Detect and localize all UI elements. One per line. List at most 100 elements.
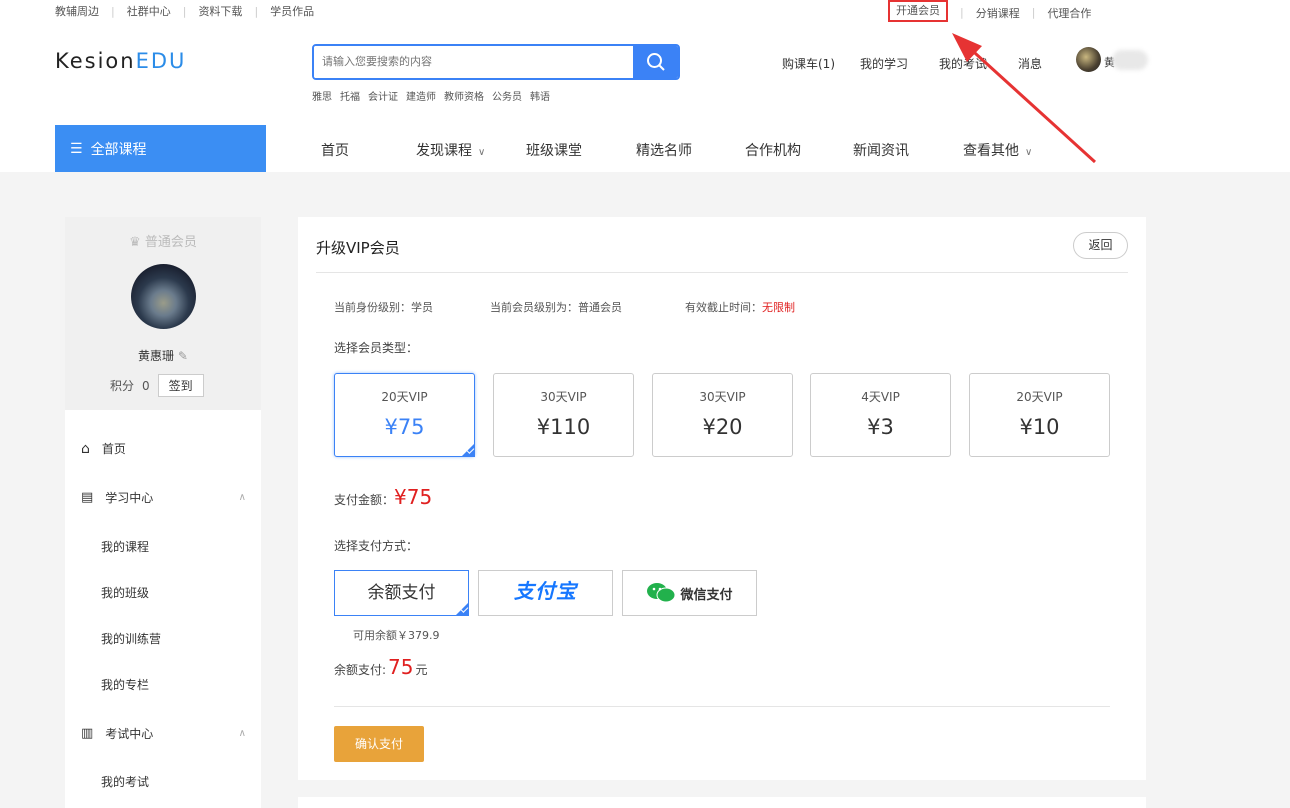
expiry-value: 无限制: [762, 301, 795, 314]
pay-amount: ¥75: [394, 485, 433, 509]
identity-level: 当前身份级别：学员: [334, 301, 433, 314]
logo-accent: EDU: [135, 49, 187, 73]
vip-option-price: ¥20: [702, 415, 743, 439]
chevron-up-icon: ∧: [238, 728, 246, 739]
blurred-username: [1112, 50, 1148, 70]
divider: |: [254, 4, 259, 18]
member-badge-label: 普通会员: [144, 235, 197, 250]
hot-word[interactable]: 韩语: [530, 88, 550, 103]
top-link-student-works[interactable]: 学员作品: [270, 3, 314, 19]
sidebar-item-label: 考试中心: [105, 727, 154, 741]
menu-icon: ☰: [70, 140, 83, 157]
edit-icon[interactable]: ✎: [178, 349, 188, 363]
nav-discover-courses[interactable]: 发现课程 ∨: [416, 140, 485, 160]
member-level: 当前会员级别为：普通会员: [490, 301, 622, 314]
expiry: 有效截止时间：无限制: [685, 299, 795, 315]
balance-pay-label: 余额支付:: [334, 663, 387, 677]
profile-username: 黄惠珊: [138, 349, 175, 363]
top-link-agency[interactable]: 代理合作: [1047, 5, 1091, 21]
chevron-up-icon: ∧: [238, 492, 246, 503]
sidebar-item-label: 学习中心: [105, 491, 154, 505]
book-icon: ▤: [81, 490, 94, 505]
sidebar: ♛ 普通会员 黄惠珊 ✎ 积分 0 签到 ⌂ 首页 ▤ 学习中心 ∧ 我的课程 …: [65, 217, 261, 808]
vip-option[interactable]: 20天VIP ¥75: [334, 373, 475, 457]
divider: |: [182, 4, 187, 18]
pay-balance-option[interactable]: 余额支付: [334, 570, 469, 616]
vip-option[interactable]: 30天VIP ¥20: [652, 373, 793, 457]
nav-partners[interactable]: 合作机构: [745, 140, 801, 160]
hot-word[interactable]: 托福: [340, 88, 360, 103]
sidebar-item-study-center[interactable]: ▤ 学习中心 ∧: [81, 489, 246, 506]
balance-pay-value: 75: [388, 655, 414, 679]
back-button[interactable]: 返回: [1073, 232, 1128, 259]
top-bar: 教辅周边 | 社群中心 | 资料下载 | 学员作品 开通会员 | 分销课程 | …: [0, 0, 1290, 22]
choose-type-label: 选择会员类型：: [334, 341, 419, 355]
avatar[interactable]: [131, 264, 196, 329]
crown-icon: ♛: [129, 235, 141, 250]
hot-words: 雅思 托福 会计证 建造师 教师资格 公务员 韩语: [312, 88, 550, 103]
sign-in-button[interactable]: 签到: [157, 374, 204, 397]
my-study-link[interactable]: 我的学习: [860, 55, 908, 72]
all-courses-button[interactable]: ☰ 全部课程: [55, 125, 266, 172]
vip-option[interactable]: 20天VIP ¥10: [969, 373, 1110, 457]
logo[interactable]: KesionEDU: [55, 49, 186, 73]
vip-option-price: ¥110: [536, 415, 591, 439]
page-title: 升级VIP会员: [316, 239, 400, 257]
confirm-pay-button[interactable]: 确认支付: [334, 726, 424, 762]
sidebar-item-my-exams[interactable]: 我的考试: [101, 773, 149, 790]
annotation-arrow: [952, 33, 1097, 164]
pay-balance-label: 余额支付: [367, 583, 436, 603]
expiry-label: 有效截止时间：: [685, 301, 762, 314]
vip-upgrade-panel: 升级VIP会员 返回 当前身份级别：学员 当前会员级别为：普通会员 有效截止时间…: [298, 217, 1146, 780]
points-row: 积分 0 签到: [110, 374, 204, 397]
chevron-down-icon: ∨: [478, 147, 486, 158]
nav-home[interactable]: 首页: [321, 140, 349, 160]
nav-class[interactable]: 班级课堂: [526, 140, 582, 160]
nav-news[interactable]: 新闻资讯: [853, 140, 909, 160]
hot-word[interactable]: 会计证: [368, 88, 398, 103]
vip-option-name: 30天VIP: [540, 390, 587, 404]
pay-amount-row: 支付金额： ¥75: [334, 485, 432, 509]
search-icon: [646, 53, 665, 71]
cart-link[interactable]: 购课车(1): [782, 55, 835, 72]
vip-option-price: ¥3: [867, 415, 894, 439]
top-link-open-membership[interactable]: 开通会员: [888, 0, 948, 22]
member-badge: ♛ 普通会员: [65, 231, 261, 250]
sidebar-item-home[interactable]: ⌂ 首页: [81, 440, 246, 457]
top-left-links: 教辅周边 | 社群中心 | 资料下载 | 学员作品: [55, 3, 314, 19]
hot-word[interactable]: 公务员: [492, 88, 522, 103]
vip-option[interactable]: 30天VIP ¥110: [493, 373, 634, 457]
sidebar-item-my-courses[interactable]: 我的课程: [101, 538, 149, 555]
divider: [316, 272, 1128, 273]
vip-option-name: 20天VIP: [381, 390, 428, 404]
sidebar-item-my-camps[interactable]: 我的训练营: [101, 630, 161, 647]
sidebar-item-exam-center[interactable]: ▥ 考试中心 ∧: [81, 725, 246, 742]
top-link-community[interactable]: 社群中心: [127, 3, 171, 19]
pay-wechat-option[interactable]: 微信支付: [622, 570, 757, 616]
divider: |: [111, 4, 115, 18]
divider: [334, 706, 1110, 707]
vip-option-price: ¥10: [1019, 415, 1060, 439]
nav-teachers[interactable]: 精选名师: [636, 140, 692, 160]
pay-alipay-option[interactable]: 支付宝: [478, 570, 613, 616]
selected-check-icon: [461, 443, 475, 457]
choose-pay-label: 选择支付方式：: [334, 539, 419, 553]
hot-word[interactable]: 雅思: [312, 88, 332, 103]
vip-option-name: 20天VIP: [1016, 390, 1063, 404]
all-courses-label: 全部课程: [90, 141, 147, 158]
wechat-icon: [647, 583, 676, 603]
hot-word[interactable]: 建造师: [406, 88, 436, 103]
divider: |: [1031, 6, 1036, 19]
sidebar-item-my-classes[interactable]: 我的班级: [101, 584, 149, 601]
hot-word[interactable]: 教师资格: [444, 88, 484, 103]
top-link-downloads[interactable]: 资料下载: [198, 3, 242, 19]
search-input[interactable]: [314, 46, 633, 78]
search-button[interactable]: [633, 46, 678, 78]
available-balance: 可用余额￥379.9: [353, 629, 440, 642]
sidebar-item-my-columns[interactable]: 我的专栏: [101, 676, 149, 693]
vip-option[interactable]: 4天VIP ¥3: [810, 373, 951, 457]
scroll-icon: ▥: [81, 726, 94, 741]
top-link-peripherals[interactable]: 教辅周边: [55, 3, 99, 19]
profile-name: 黄惠珊 ✎: [65, 347, 261, 364]
top-link-distribution[interactable]: 分销课程: [976, 5, 1020, 21]
